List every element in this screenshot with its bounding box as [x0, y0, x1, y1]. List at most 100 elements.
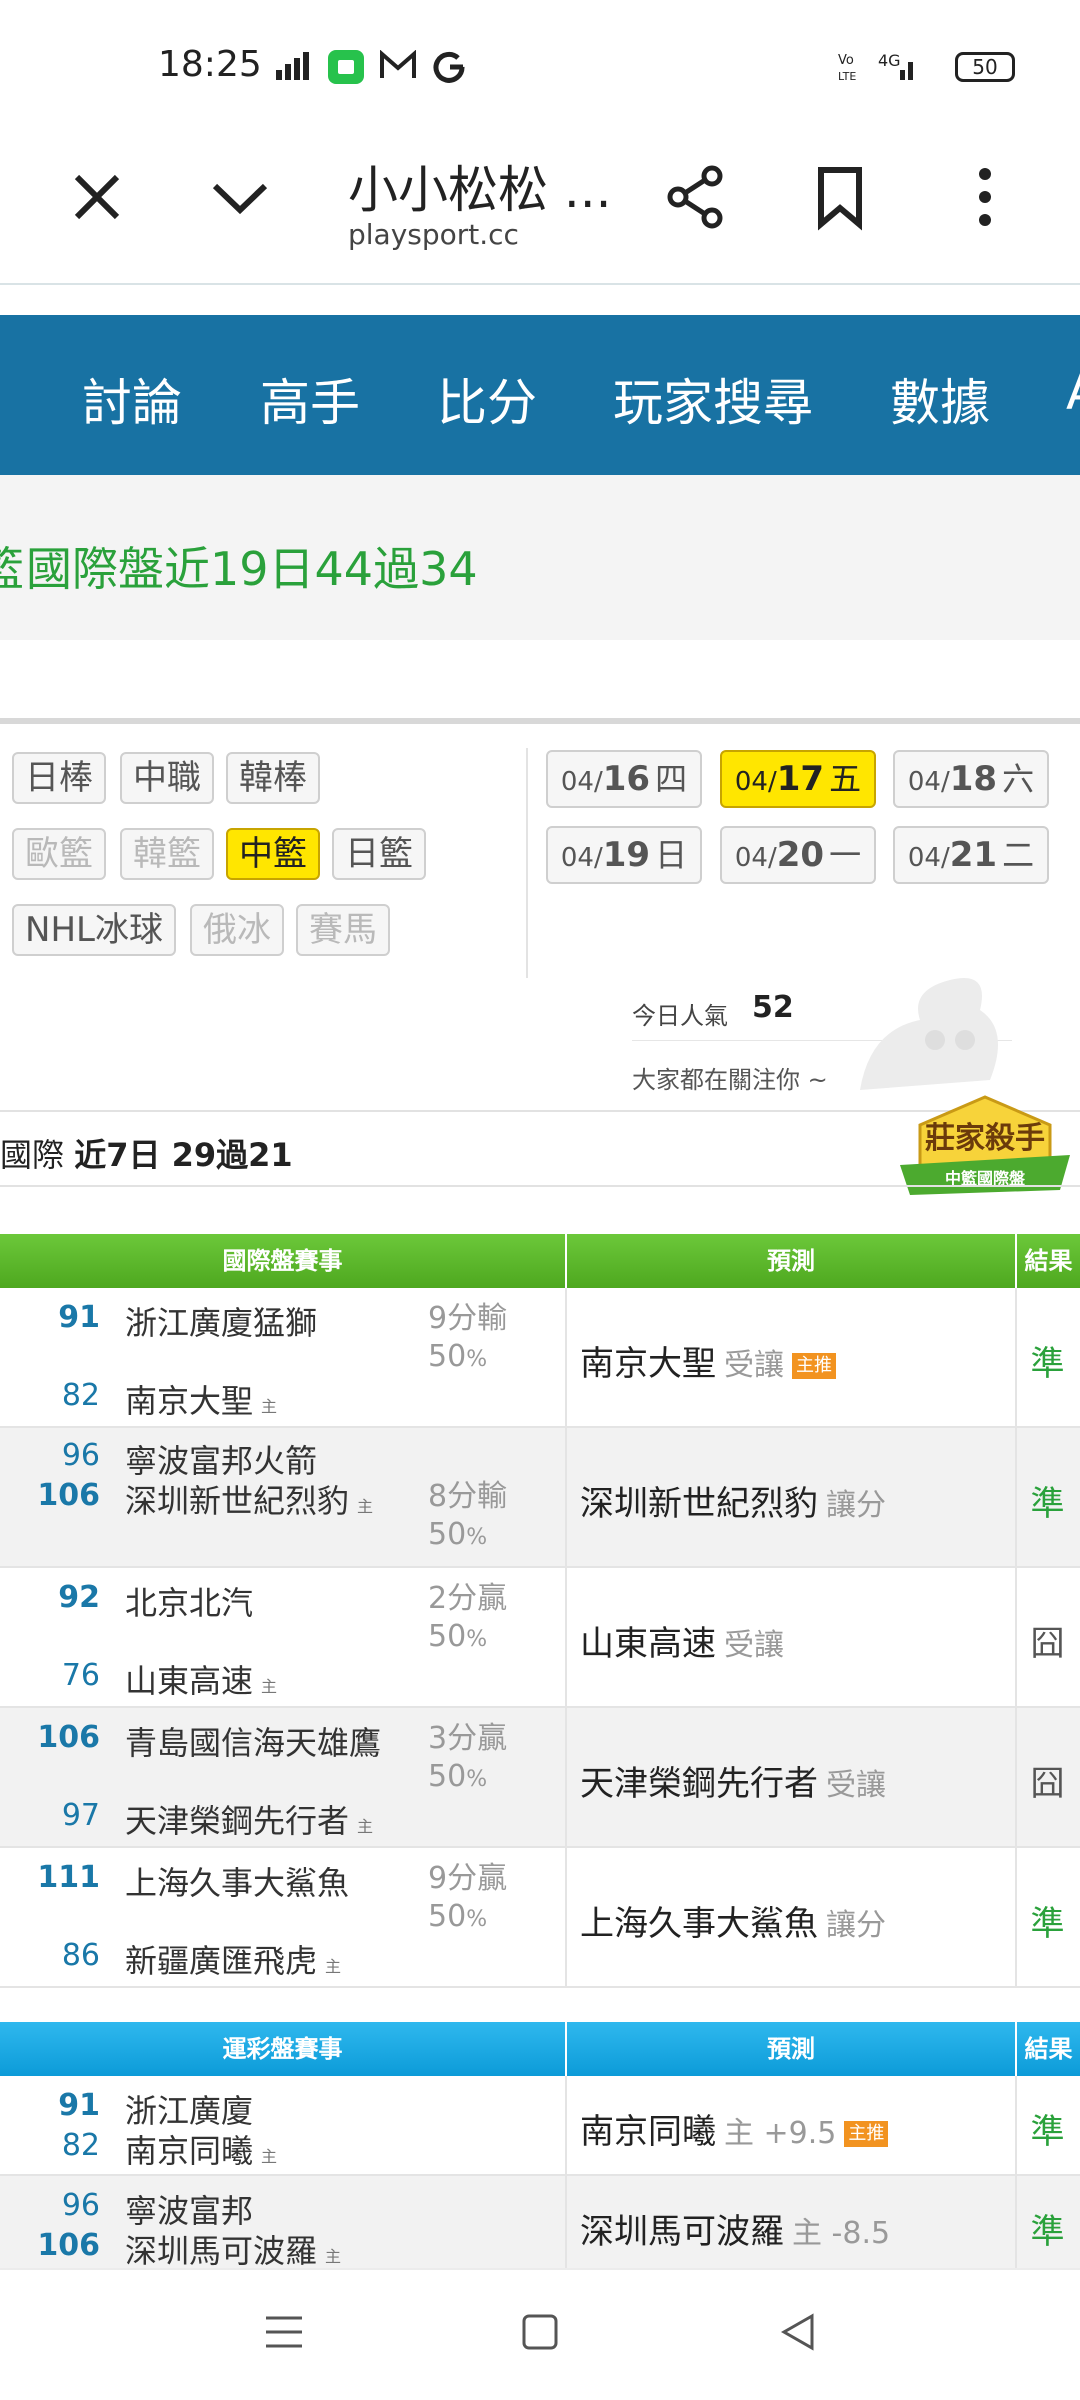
away-score: 96 — [61, 2188, 100, 2223]
prediction[interactable]: 天津榮鋼先行者 受讓 — [580, 1756, 886, 1805]
date-0419[interactable]: 04/19 日 — [546, 826, 702, 884]
sport-horse-racing[interactable]: 賽馬 — [296, 904, 390, 956]
sport-euro-basketball[interactable]: 歐籃 — [12, 828, 106, 880]
away-team[interactable]: 青島國信海天雄鷹 — [125, 1718, 381, 1764]
sport-kbo[interactable]: 韓棒 — [226, 752, 320, 804]
home-team-cell[interactable]: 深圳馬可波羅主 — [125, 2226, 341, 2272]
google-icon — [433, 51, 465, 83]
sport-kor-basketball[interactable]: 韓籃 — [120, 828, 214, 880]
result-mark: 準 — [1030, 2212, 1065, 2252]
app-notification-icon — [328, 50, 364, 84]
menu-icon[interactable] — [262, 2310, 306, 2354]
sport-cpbl[interactable]: 中職 — [120, 752, 214, 804]
cell-divider — [565, 2076, 567, 2174]
back-icon[interactable] — [776, 2310, 820, 2354]
away-team[interactable]: 上海久事大鯊魚 — [125, 1858, 349, 1904]
prediction[interactable]: 南京大聖 受讓 主推 — [580, 1336, 836, 1385]
home-team-cell[interactable]: 深圳新世紀烈豹主 — [125, 1476, 373, 1522]
intl-table-header: 國際盤賽事 預測 結果 — [0, 1234, 1080, 1288]
prediction[interactable]: 南京同曦主 +9.5 主推 — [580, 2104, 889, 2153]
home-team-cell[interactable]: 天津榮鋼先行者主 — [125, 1796, 373, 1842]
away-team[interactable]: 浙江廣廈猛獅 — [125, 1298, 317, 1344]
away-score: 96 — [61, 1438, 100, 1473]
home-score: 82 — [61, 1378, 100, 1413]
prediction-team: 深圳馬可波羅 — [580, 2212, 784, 2252]
prediction-team: 南京大聖 — [580, 1344, 716, 1384]
nav-more[interactable]: A — [1066, 363, 1080, 421]
nav-scores[interactable]: 比分 — [437, 363, 537, 435]
away-team[interactable]: 北京北汽 — [125, 1578, 253, 1624]
prediction[interactable]: 深圳馬可波羅主 -8.5 — [580, 2204, 890, 2253]
home-team-cell[interactable]: 新疆廣匯飛虎主 — [125, 1936, 341, 1982]
result-mark: 準 — [1030, 1904, 1065, 1944]
sport-cba[interactable]: 中籃 — [226, 828, 320, 880]
home-marker: 主 — [261, 2147, 278, 2166]
home-team-cell[interactable]: 南京大聖主 — [125, 1376, 277, 1422]
cell-divider — [565, 2176, 567, 2274]
site-nav: 討論 高手 比分 玩家搜尋 數據 A — [0, 315, 1080, 475]
home-marker: 主 — [325, 2247, 342, 2266]
col-intl-match: 國際盤賽事 — [222, 1247, 343, 1275]
nav-discussion[interactable]: 討論 — [82, 363, 182, 435]
cell-divider — [565, 1428, 567, 1566]
nav-player-search[interactable]: 玩家搜尋 — [613, 363, 813, 435]
prediction[interactable]: 山東高速 受讓 — [580, 1616, 784, 1665]
sport-jpn-basketball[interactable]: 日籃 — [332, 828, 426, 880]
spread-result: 8分輸 — [428, 1479, 508, 1514]
table-row[interactable]: 111 上海久事大鯊魚 86 新疆廣匯飛虎主 9分贏 50% 上海久事大鯊魚 讓分 準 — [0, 1848, 1080, 1988]
page-url[interactable]: playsport.cc — [348, 218, 519, 251]
prediction-type: 受讓 — [724, 1348, 784, 1383]
prediction-type: 讓分 — [826, 1488, 886, 1523]
table-row[interactable]: 96 寧波富邦 106 深圳馬可波羅主深圳馬可波羅主 -8.5 準 — [0, 2176, 1080, 2276]
date-0421[interactable]: 04/21 二 — [893, 826, 1049, 884]
home-score: 86 — [61, 1938, 100, 1973]
close-icon[interactable] — [62, 162, 132, 232]
nav-experts[interactable]: 高手 — [260, 363, 360, 435]
table-row[interactable]: 91 浙江廣廈猛獅 82 南京大聖主 9分輸 50% 南京大聖 受讓 主推準 — [0, 1288, 1080, 1428]
prediction-team: 南京同曦 — [580, 2112, 716, 2152]
home-team: 新疆廣匯飛虎 — [125, 1942, 318, 1980]
prediction[interactable]: 深圳新世紀烈豹 讓分 — [580, 1476, 886, 1525]
sport-khl[interactable]: 俄冰 — [190, 904, 284, 956]
home-score: 76 — [61, 1658, 100, 1693]
nav-data[interactable]: 數據 — [890, 363, 990, 435]
share-icon[interactable] — [660, 162, 730, 232]
system-nav-bar — [0, 2268, 1080, 2400]
signal-icon — [276, 52, 309, 80]
bookmark-icon[interactable] — [805, 162, 875, 232]
col-result: 結果 — [1015, 1234, 1080, 1288]
home-marker: 主 — [325, 1957, 342, 1976]
spread-note: 9分輸 50% — [428, 1300, 507, 1379]
cell-divider — [565, 1708, 567, 1846]
spread-percent: 50% — [428, 1899, 488, 1934]
away-score: 106 — [37, 1720, 100, 1755]
date-0417[interactable]: 04/17 五 — [720, 750, 876, 808]
more-options-icon[interactable] — [950, 162, 1020, 232]
home-team-cell[interactable]: 南京同曦主 — [125, 2126, 277, 2172]
table-row[interactable]: 92 北京北汽 76 山東高速主 2分贏 50% 山東高速 受讓囧 — [0, 1568, 1080, 1708]
page-title[interactable]: 小小松松 ... — [348, 150, 612, 222]
away-score: 92 — [58, 1580, 100, 1615]
home-team: 南京同曦 — [125, 2132, 254, 2170]
table-row[interactable]: 91 浙江廣廈 82 南京同曦主南京同曦主 +9.5 主推準 — [0, 2076, 1080, 2176]
lottery-table-header: 運彩盤賽事 預測 結果 — [0, 2022, 1080, 2076]
prediction[interactable]: 上海久事大鯊魚 讓分 — [580, 1896, 886, 1945]
spread-percent: 50% — [428, 1339, 488, 1374]
home-team-cell[interactable]: 山東高速主 — [125, 1656, 277, 1702]
table-row[interactable]: 96 寧波富邦火箭 106 深圳新世紀烈豹主 8分輸 50% 深圳新世紀烈豹 讓分準 — [0, 1428, 1080, 1568]
home-icon[interactable] — [518, 2310, 562, 2354]
prediction-team: 天津榮鋼先行者 — [580, 1764, 818, 1804]
gmail-icon — [380, 50, 416, 78]
cell-divider — [565, 1288, 567, 1426]
date-0418[interactable]: 04/18 六 — [893, 750, 1049, 808]
network-icon: Vo LTE 4G — [838, 51, 913, 83]
chevron-down-icon[interactable] — [205, 162, 275, 232]
sport-nhl[interactable]: NHL冰球 — [12, 904, 176, 956]
spread-note: 2分贏 50% — [428, 1580, 507, 1659]
date-0416[interactable]: 04/16 四 — [546, 750, 702, 808]
date-0420[interactable]: 04/20 一 — [720, 826, 876, 884]
sport-jpn-baseball[interactable]: 日棒 — [12, 752, 106, 804]
table-row[interactable]: 106 青島國信海天雄鷹 97 天津榮鋼先行者主 3分贏 50% 天津榮鋼先行者 受讓囧 — [0, 1708, 1080, 1848]
prediction-team: 深圳新世紀烈豹 — [580, 1484, 818, 1524]
svg-text:Vo: Vo — [838, 53, 854, 68]
